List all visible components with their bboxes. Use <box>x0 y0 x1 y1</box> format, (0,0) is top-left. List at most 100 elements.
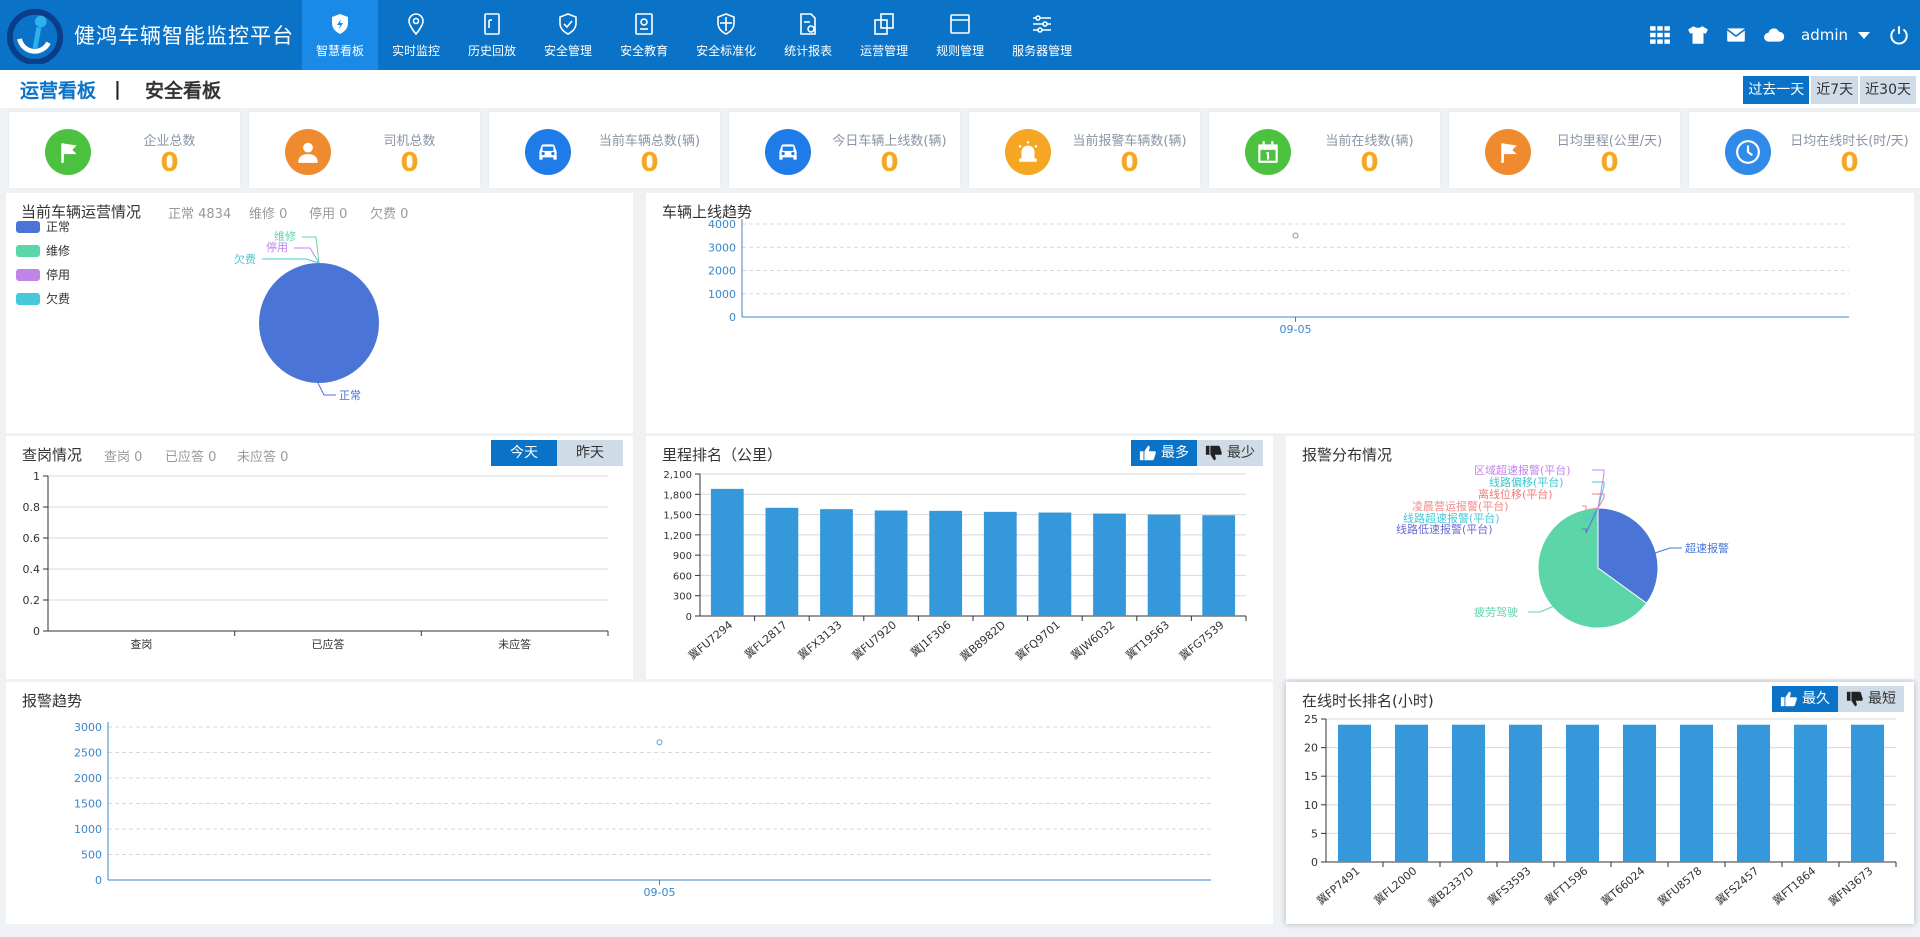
x-tick-label: 查岗 <box>130 637 152 651</box>
stat-card: 司机总数 0 <box>249 112 480 188</box>
power-icon[interactable] <box>1888 24 1910 46</box>
tab-operations-board[interactable]: 运营看板 <box>20 76 96 103</box>
inspection-chart: 0 0.2 0.4 0.6 0.8 1 查岗 已应答 未应答 <box>23 470 609 651</box>
x-tick-label: 09-05 <box>1280 323 1312 336</box>
stat-label: 司机总数 <box>383 134 436 149</box>
stat-value: 0 <box>160 148 179 178</box>
online-duration-panel: 在线时长排名(小时) 最久 最短 0 5 10 15 20 25 冀FP7491 冀FL200… <box>1286 682 1914 924</box>
x-tick-label: 冀FG7539 <box>1176 618 1226 663</box>
stat-icon-circle <box>525 129 571 175</box>
x-tick-label: 已应答 <box>312 637 345 651</box>
nav-item-0[interactable]: 智慧看板 <box>302 0 379 70</box>
x-tick-label: 未应答 <box>498 637 531 651</box>
education-icon <box>635 12 653 35</box>
shirt-icon[interactable] <box>1687 24 1709 46</box>
x-tick-label: 冀T19563 <box>1123 618 1172 663</box>
alarm-trend-chart: 0 500 1000 1500 2000 2500 3000 09-05 <box>74 721 1211 899</box>
server-settings-icon <box>1033 14 1052 33</box>
nav-item-1[interactable]: 实时监控 <box>378 0 454 70</box>
y-tick-label: 2500 <box>74 747 102 760</box>
y-tick-label: 1500 <box>74 798 102 811</box>
y-tick-label: 2000 <box>708 265 736 278</box>
pie-label: 线路超速报警(平台) <box>1403 511 1500 525</box>
nav-item-8[interactable]: 规则管理 <box>922 0 998 70</box>
bar <box>1850 724 1885 862</box>
bar <box>983 511 1017 616</box>
stat-label: 当前报警车辆数(辆) <box>1072 134 1187 149</box>
nav-item-label: 历史回放 <box>468 43 517 58</box>
car-icon <box>539 144 557 160</box>
range-30-days-button[interactable]: 近30天 <box>1860 76 1916 104</box>
nav-item-label: 服务器管理 <box>1012 43 1073 58</box>
nav-item-7[interactable]: 运营管理 <box>846 0 922 70</box>
y-tick-label: 5 <box>1311 827 1318 840</box>
pie-slice-normal[interactable] <box>259 263 379 383</box>
nav-item-4[interactable]: 安全教育 <box>606 0 682 70</box>
mileage-bar-chart: 0 300 600 900 1,200 1,500 1,800 2,100 冀FU7294 冀FL… <box>663 470 1247 664</box>
pie-leader-stopped <box>294 247 320 264</box>
location-pin-icon <box>408 12 424 35</box>
data-point <box>1292 232 1299 239</box>
mail-icon[interactable] <box>1725 24 1747 46</box>
nav-item-label: 统计报表 <box>784 43 833 58</box>
range-7-days-button[interactable]: 近7天 <box>1811 76 1859 104</box>
y-tick-label: 20 <box>1304 742 1318 755</box>
mileage-panel: 里程排名（公里） 最多 最少 0 300 600 900 1,200 1,500 1,800… <box>646 436 1273 679</box>
stat-label: 日均里程(公里/天) <box>1556 134 1663 149</box>
pie-label: 疲劳驾驶 <box>1474 605 1518 619</box>
stat-value: 0 <box>640 148 659 178</box>
alarm-light-icon <box>1018 141 1038 162</box>
stat-icon-circle <box>1005 129 1051 175</box>
stat-icon-circle <box>1485 129 1531 175</box>
x-tick-label: 冀FT1864 <box>1770 864 1819 908</box>
stat-card: 当前车辆总数(辆) 0 <box>489 112 720 188</box>
y-tick-label: 0.4 <box>23 563 41 576</box>
y-tick-label: 3000 <box>708 241 736 254</box>
nav-item-9[interactable]: 服务器管理 <box>998 0 1086 70</box>
x-tick-label: 冀FS3593 <box>1484 864 1533 908</box>
y-tick-label: 0.2 <box>23 594 41 607</box>
bar <box>1508 724 1543 862</box>
y-tick-label: 25 <box>1304 713 1318 726</box>
y-tick-label: 0.6 <box>23 532 41 545</box>
stat-value: 0 <box>1120 148 1139 178</box>
stat-icon-circle <box>765 129 811 175</box>
header-tools: admin <box>1641 0 1920 70</box>
grid-apps-icon[interactable] <box>1649 24 1671 46</box>
calendar-icon <box>1258 141 1278 163</box>
standard-shield-icon <box>717 12 735 35</box>
nav-item-3[interactable]: 安全管理 <box>530 0 606 70</box>
stat-label: 今日车辆上线数(辆) <box>832 134 947 149</box>
bar <box>1093 513 1126 616</box>
y-tick-label: 0 <box>686 612 692 623</box>
y-tick-label: 0.8 <box>23 501 41 514</box>
x-tick-label: 冀B8982D <box>957 618 1008 664</box>
nav-item-6[interactable]: 统计报表 <box>770 0 846 70</box>
data-point <box>656 739 663 746</box>
stat-card: 日均在线时长(时/天) 0 <box>1689 112 1920 188</box>
online-trend-panel: 车辆上线趋势 0 1000 2000 3000 4000 09-05 <box>646 193 1914 433</box>
x-tick-label: 冀FP7491 <box>1314 864 1363 908</box>
stat-icon-circle <box>1245 129 1291 175</box>
username: admin <box>1801 26 1848 44</box>
stat-label: 日均在线时长(时/天) <box>1790 134 1909 149</box>
x-tick-label: 冀FL2817 <box>741 618 789 662</box>
bar <box>1736 724 1771 862</box>
range-past-day-button[interactable]: 过去一天 <box>1743 76 1810 104</box>
bar <box>1565 724 1600 862</box>
shield-check-icon <box>559 12 577 35</box>
brand[interactable]: 健鸿车辆智能监控平台 <box>0 0 302 70</box>
nav-item-2[interactable]: 历史回放 <box>454 0 530 70</box>
pie-label: 区域超速报警(平台) <box>1474 463 1571 477</box>
y-tick-label: 1000 <box>74 823 102 836</box>
x-tick-label: 冀B2337D <box>1425 864 1476 910</box>
nav-item-5[interactable]: 安全标准化 <box>682 0 770 70</box>
tab-safety-board[interactable]: 安全看板 <box>145 76 221 103</box>
bar <box>1451 724 1486 862</box>
pie-label: 线路偏移(平台) <box>1489 475 1564 489</box>
y-tick-label: 1,800 <box>663 490 692 501</box>
user-menu[interactable]: admin <box>1801 26 1880 44</box>
y-tick-label: 1000 <box>708 288 736 301</box>
cloud-icon[interactable] <box>1763 24 1785 46</box>
online-duration-bar-chart: 0510152025冀FP7491 冀FL2000 冀B2337D 冀FS3593 冀F… <box>1304 713 1897 910</box>
